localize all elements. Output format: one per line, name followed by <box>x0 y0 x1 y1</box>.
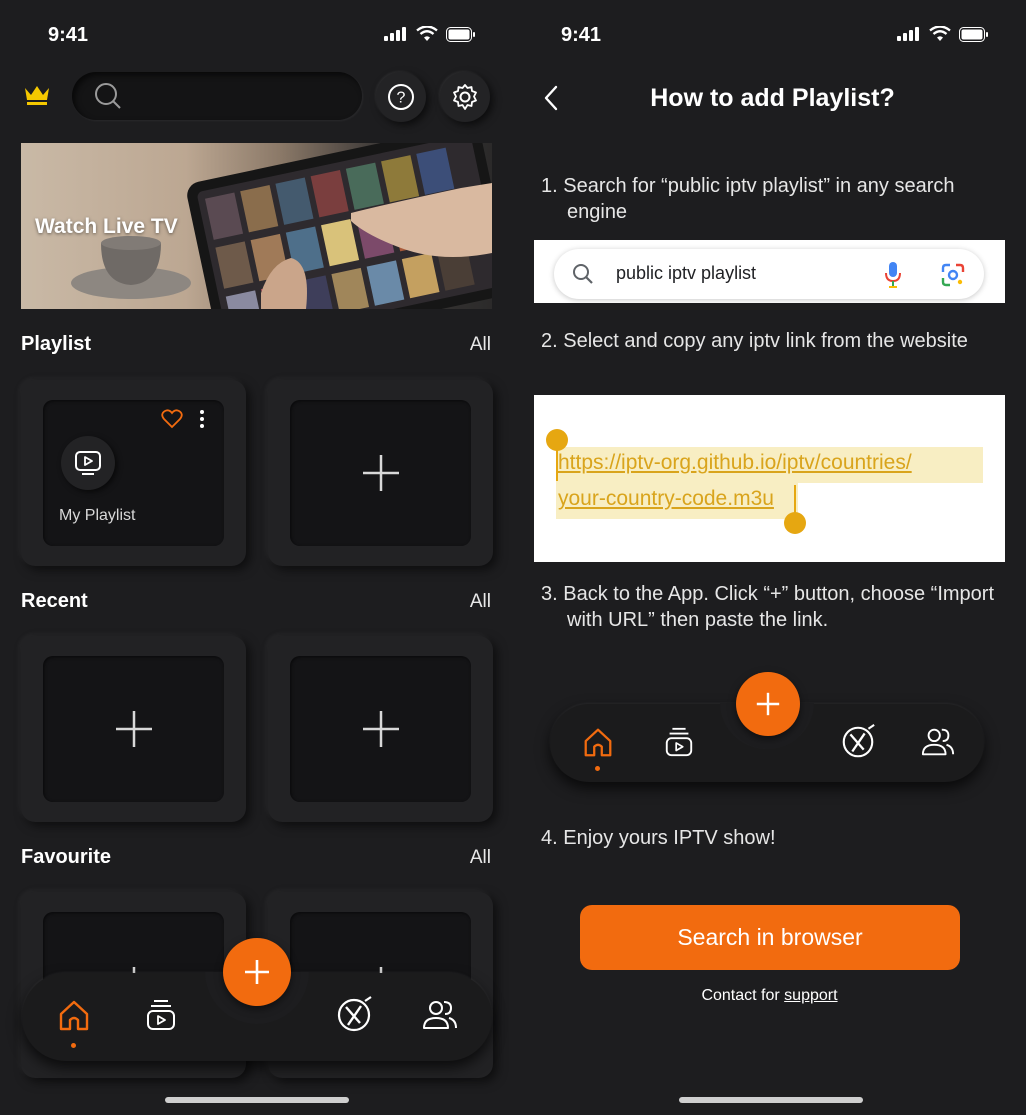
plus-icon <box>245 960 269 984</box>
more-options-icon[interactable] <box>199 408 205 435</box>
active-indicator <box>595 766 600 771</box>
no-ads-icon[interactable] <box>330 991 378 1039</box>
playlist-icon <box>655 718 703 766</box>
status-icons <box>897 26 989 42</box>
example-url-line-1: https://iptv-org.github.io/iptv/countrie… <box>558 451 912 474</box>
favourite-section-title: Favourite <box>21 846 112 868</box>
status-time: 9:41 <box>561 24 602 46</box>
banner-title: Watch Live TV <box>35 215 178 238</box>
search-icon <box>95 83 121 109</box>
selection-start-line <box>556 445 558 481</box>
selection-end-line <box>794 485 796 515</box>
wifi-icon <box>929 26 951 41</box>
contact-line: Contact for support <box>513 987 1026 1005</box>
home-icon <box>574 718 622 766</box>
watch-live-tv-banner[interactable]: Watch Live TV <box>21 143 492 309</box>
home-screen: 9:41 ? Watch Live TV Playlist All My Pla… <box>0 0 513 1115</box>
example-search-query: public iptv playlist <box>616 263 757 283</box>
how-to-add-playlist-screen: 9:41 How to add Playlist? 1. Search for … <box>513 0 1026 1115</box>
home-indicator <box>165 1097 349 1103</box>
support-link[interactable]: support <box>784 987 837 1004</box>
add-recent-inner <box>290 656 471 802</box>
tv-play-icon <box>61 436 115 490</box>
add-recent-card[interactable] <box>268 636 493 822</box>
users-icon <box>914 718 962 766</box>
example-search-bar: public iptv playlist <box>554 249 984 299</box>
status-bar: 9:41 <box>0 0 513 70</box>
status-time: 9:41 <box>48 24 89 46</box>
add-button[interactable] <box>223 938 291 1006</box>
step-2-text: 2. Select and copy any iptv link from th… <box>541 330 968 352</box>
search-icon <box>573 264 593 284</box>
heart-icon[interactable] <box>161 409 183 434</box>
battery-icon <box>959 26 988 42</box>
status-icons <box>384 26 476 42</box>
wifi-icon <box>416 26 438 41</box>
svg-text:?: ? <box>397 90 406 107</box>
playlist-card-inner: My Playlist <box>43 400 224 546</box>
plus-icon <box>115 711 152 747</box>
contact-prefix: Contact for <box>701 987 780 1004</box>
lens-icon <box>941 263 965 287</box>
search-in-browser-button[interactable]: Search in browser <box>580 905 960 970</box>
example-add-button <box>736 672 800 736</box>
help-icon: ? <box>388 84 414 110</box>
add-recent-inner <box>43 656 224 802</box>
home-icon[interactable] <box>50 991 98 1039</box>
search-input[interactable] <box>72 72 362 120</box>
signal-icon <box>384 27 406 41</box>
battery-icon <box>446 26 475 42</box>
favourite-all-link[interactable]: All <box>470 847 491 869</box>
recent-section-title: Recent <box>21 590 88 612</box>
step-3-text: 3. Back to the App. Click “+” button, ch… <box>541 583 994 631</box>
plus-icon <box>756 692 780 716</box>
page-title: How to add Playlist? <box>650 84 895 112</box>
playlist-icon[interactable] <box>137 991 185 1039</box>
settings-button[interactable] <box>440 72 490 122</box>
plus-icon <box>362 711 399 747</box>
gear-icon <box>453 84 477 110</box>
selection-end-handle[interactable] <box>784 512 806 534</box>
step-4-text: 4. Enjoy yours IPTV show! <box>541 827 776 849</box>
playlist-all-link[interactable]: All <box>470 334 491 356</box>
step-1-text: 1. Search for “public iptv playlist” in … <box>541 175 955 223</box>
help-button[interactable]: ? <box>376 72 426 122</box>
recent-all-link[interactable]: All <box>470 591 491 613</box>
users-icon[interactable] <box>416 991 464 1039</box>
status-bar: 9:41 <box>513 0 1026 70</box>
example-url-box: https://iptv-org.github.io/iptv/countrie… <box>534 395 1005 562</box>
microphone-icon <box>885 262 901 288</box>
add-playlist-card[interactable] <box>268 380 493 566</box>
add-playlist-inner <box>290 400 471 546</box>
home-indicator <box>679 1097 863 1103</box>
no-ads-icon <box>834 718 882 766</box>
add-recent-card[interactable] <box>21 636 246 822</box>
crown-icon[interactable] <box>24 84 50 111</box>
playlist-name: My Playlist <box>59 507 136 524</box>
example-url-line-2: your-country-code.m3u <box>558 487 774 510</box>
playlist-section-title: Playlist <box>21 333 92 355</box>
example-search-box: public iptv playlist <box>534 240 1005 303</box>
plus-icon <box>362 455 399 491</box>
active-indicator <box>71 1043 76 1048</box>
playlist-card[interactable]: My Playlist <box>21 380 246 566</box>
signal-icon <box>897 27 919 41</box>
